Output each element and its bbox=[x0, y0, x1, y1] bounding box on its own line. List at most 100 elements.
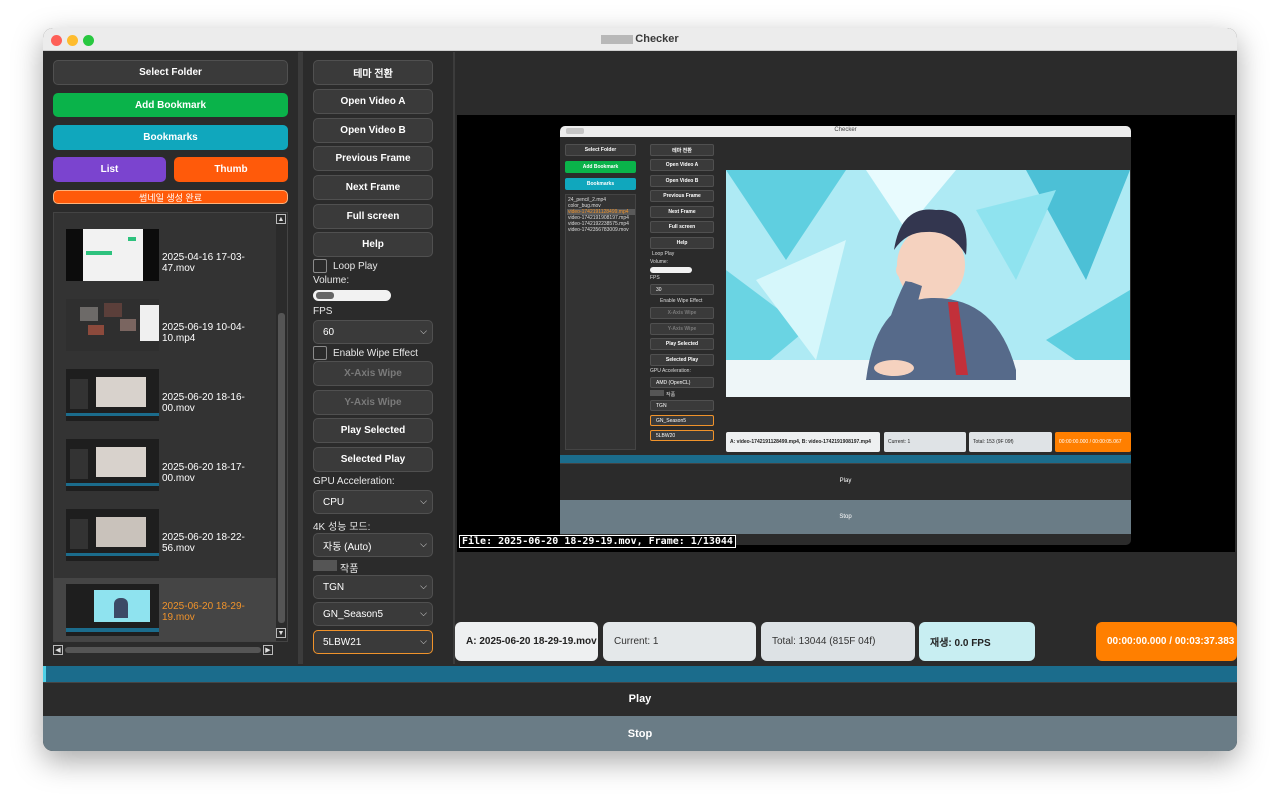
timeline-handle[interactable] bbox=[43, 666, 46, 682]
open-video-a-button[interactable]: Open Video A bbox=[313, 89, 433, 114]
status-timecode: 00:00:00.000 / 00:03:37.383 bbox=[1096, 622, 1237, 661]
inner-status-time: 00:00:00.000 / 00:00:05.067 bbox=[1055, 432, 1131, 452]
inner-wipe: Enable Wipe Effect bbox=[660, 298, 703, 304]
redacted-block bbox=[601, 34, 634, 44]
performance-mode-label: 4K 성능 모드: bbox=[313, 522, 371, 533]
volume-slider[interactable] bbox=[313, 290, 391, 301]
hand bbox=[896, 258, 928, 282]
select-folder-button[interactable]: Select Folder bbox=[53, 60, 288, 85]
frame-info-overlay: File: 2025-06-20 18-29-19.mov, Frame: 1/… bbox=[459, 535, 736, 548]
thumbnail-image bbox=[70, 379, 88, 409]
chevron-down-icon: ⌵ bbox=[420, 538, 427, 549]
chevron-down-icon: ⌵ bbox=[420, 580, 427, 591]
previous-frame-button[interactable]: Previous Frame bbox=[313, 146, 433, 171]
window-title: Checker bbox=[43, 33, 1237, 45]
redacted-block bbox=[650, 390, 664, 396]
help-button[interactable]: Help bbox=[313, 232, 433, 257]
selected-play-button[interactable]: Selected Play bbox=[313, 447, 433, 472]
next-frame-button[interactable]: Next Frame bbox=[313, 175, 433, 200]
play-button[interactable]: Play bbox=[43, 682, 1237, 715]
thumb-view-button[interactable]: Thumb bbox=[174, 157, 288, 182]
scrollbar-thumb[interactable] bbox=[65, 647, 261, 653]
status-playback-fps: 재생: 0.0 FPS bbox=[919, 622, 1035, 661]
thumbnail-status-bar: 썸네일 생성 완료 bbox=[53, 190, 288, 204]
thumbnail-image bbox=[66, 509, 159, 561]
inner-select-folder: Select Folder bbox=[565, 144, 636, 156]
left-panel: Select Folder Add Bookmark Bookmarks Lis… bbox=[43, 52, 298, 664]
bookmarks-button[interactable]: Bookmarks bbox=[53, 125, 288, 150]
inner-open-a: Open Video A bbox=[650, 159, 714, 171]
list-item[interactable]: 2025-06-19 10-04-10.mp4 bbox=[54, 293, 276, 357]
scroll-up-icon[interactable]: ▲ bbox=[276, 214, 286, 224]
play-selected-button[interactable]: Play Selected bbox=[313, 418, 433, 443]
control-panel: 테마 전환 Open Video A Open Video B Previous… bbox=[303, 52, 453, 664]
open-video-b-button[interactable]: Open Video B bbox=[313, 118, 433, 143]
timeline-slider[interactable] bbox=[43, 666, 1237, 682]
chevron-down-icon: ⌵ bbox=[420, 607, 427, 618]
horizontal-scrollbar[interactable]: ◀ ▶ bbox=[53, 644, 277, 656]
list-item[interactable]: 2025-06-20 18-16-00.mov bbox=[54, 363, 276, 427]
thumbnail-list[interactable]: 2025-04-16 17-03-47.mov 2025-06-19 10-04… bbox=[53, 212, 288, 642]
inner-title-bar: Checker bbox=[560, 126, 1131, 137]
wipe-effect-checkbox[interactable] bbox=[313, 346, 327, 360]
thumbnail-image bbox=[96, 447, 146, 477]
works-select[interactable]: TGN ⌵ bbox=[313, 575, 433, 599]
redacted-block bbox=[313, 560, 337, 571]
gpu-select-value: CPU bbox=[323, 496, 345, 508]
inner-prev: Previous Frame bbox=[650, 190, 714, 202]
thumbnail-filename: 2025-06-20 18-16-00.mov bbox=[162, 392, 245, 414]
scrollbar-thumb[interactable] bbox=[278, 313, 285, 623]
list-view-button[interactable]: List bbox=[53, 157, 166, 182]
video-canvas[interactable]: Checker Select Folder Add Bookmark Bookm… bbox=[457, 115, 1235, 552]
inner-season-select: GN_Season5 bbox=[650, 415, 714, 426]
fps-select[interactable]: 60 ⌵ bbox=[313, 320, 433, 344]
thumbnail-image bbox=[128, 237, 136, 241]
vertical-scrollbar[interactable]: ▲ ▼ bbox=[276, 213, 287, 641]
inner-loop: Loop Play bbox=[652, 251, 675, 257]
list-item[interactable]: 2025-06-20 18-17-00.mov bbox=[54, 433, 276, 497]
inner-status-current: Current: 1 bbox=[884, 432, 966, 452]
app-window: Checker Select Folder Add Bookmark Bookm… bbox=[43, 28, 1237, 751]
gpu-select[interactable]: CPU ⌵ bbox=[313, 490, 433, 514]
lbw-select[interactable]: 5LBW21 ⌵ bbox=[313, 630, 433, 654]
inner-file-item: video-1742356783009.mov bbox=[568, 227, 629, 233]
scroll-down-icon[interactable]: ▼ bbox=[276, 628, 286, 638]
performance-mode-select[interactable]: 자동 (Auto) ⌵ bbox=[313, 533, 433, 557]
status-total-frames: Total: 13044 (815F 04f) bbox=[761, 622, 915, 661]
list-item[interactable]: 2025-06-20 18-22-56.mov bbox=[54, 503, 276, 567]
inner-volume-slider bbox=[650, 267, 692, 273]
add-bookmark-button[interactable]: Add Bookmark bbox=[53, 93, 288, 117]
x-axis-wipe-button[interactable]: X-Axis Wipe bbox=[313, 361, 433, 386]
season-select[interactable]: GN_Season5 ⌵ bbox=[313, 602, 433, 626]
inner-add-bookmark: Add Bookmark bbox=[565, 161, 636, 173]
thumbnail-image bbox=[88, 325, 104, 335]
thumbnail-image bbox=[66, 628, 159, 632]
volume-label: Volume: bbox=[313, 275, 350, 286]
thumbnail-filename: 2025-06-20 18-17-00.mov bbox=[162, 462, 245, 484]
thumbnail-filename: 2025-06-19 10-04-10.mp4 bbox=[162, 322, 245, 344]
season-select-value: GN_Season5 bbox=[323, 608, 384, 620]
inner-video-image bbox=[726, 170, 1130, 397]
illustration bbox=[726, 170, 1130, 397]
scroll-left-icon[interactable]: ◀ bbox=[53, 645, 63, 655]
thumbnail-image bbox=[66, 584, 159, 636]
scroll-right-icon[interactable]: ▶ bbox=[263, 645, 273, 655]
thumbnail-image bbox=[104, 303, 122, 317]
list-item-selected[interactable]: 2025-06-20 18-29-19.mov bbox=[54, 578, 276, 641]
y-axis-wipe-button[interactable]: Y-Axis Wipe bbox=[313, 390, 433, 415]
thumbnail-image bbox=[70, 519, 88, 549]
thumbnail-image bbox=[66, 439, 159, 491]
stop-button[interactable]: Stop bbox=[43, 716, 1237, 751]
thumbnail-image bbox=[120, 319, 136, 331]
thumbnail-image bbox=[80, 307, 98, 321]
inner-gpu: GPU Acceleration: bbox=[650, 368, 691, 374]
inner-full: Full screen bbox=[650, 221, 714, 233]
lbw-select-value: 5LBW21 bbox=[323, 636, 362, 648]
loop-play-checkbox[interactable] bbox=[313, 259, 327, 273]
hand bbox=[874, 360, 914, 376]
thumbnail-filename: 2025-06-20 18-22-56.mov bbox=[162, 532, 245, 554]
theme-toggle-button[interactable]: 테마 전환 bbox=[313, 60, 433, 85]
list-item[interactable]: 2025-04-16 17-03-47.mov bbox=[54, 223, 276, 287]
inner-title: Checker bbox=[834, 127, 857, 133]
full-screen-button[interactable]: Full screen bbox=[313, 204, 433, 229]
